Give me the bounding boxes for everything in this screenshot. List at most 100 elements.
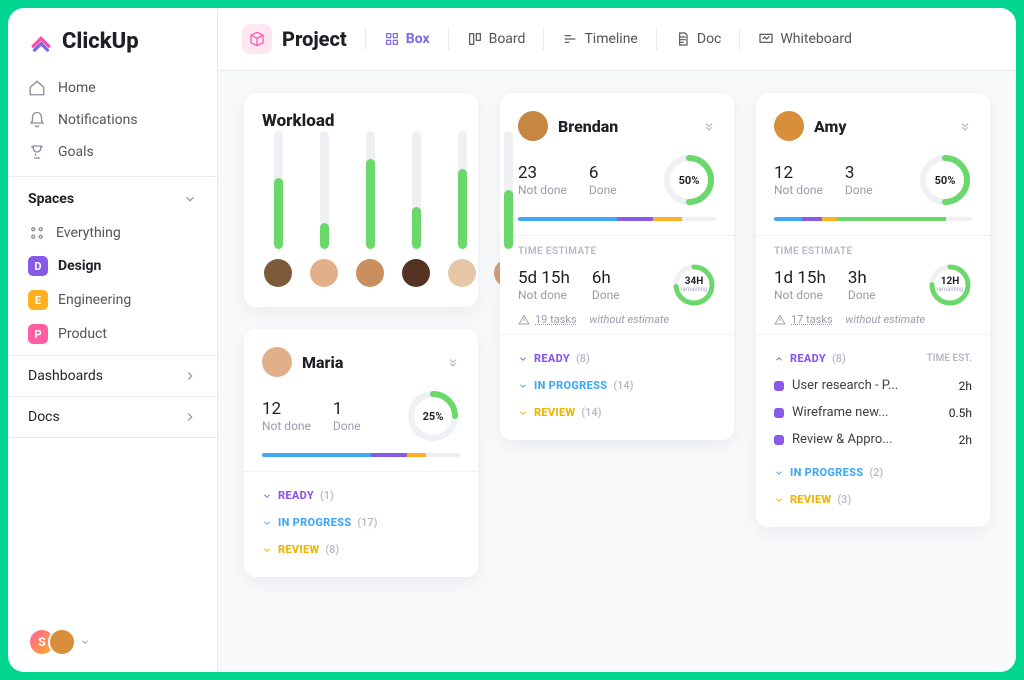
status-ready[interactable]: READY (1)	[262, 482, 460, 509]
timeline-icon	[562, 31, 578, 47]
task-estimate: 2h	[959, 379, 972, 393]
nav-notifications[interactable]: Notifications	[16, 104, 209, 136]
time-not-done: 1d 15hNot done	[774, 268, 826, 302]
workload-bar[interactable]	[264, 131, 292, 287]
task-row[interactable]: Review & Appro...2h	[774, 426, 972, 453]
metric-not-done: 12 Not done	[262, 399, 311, 433]
space-label: Design	[58, 258, 101, 274]
time-estimate-header: TIME ESTIMATE	[518, 246, 716, 257]
person-card-brendan: Brendan 23Not done 6Done 50%	[500, 93, 734, 440]
chevron-right-icon	[183, 410, 197, 424]
workload-bar[interactable]	[310, 131, 338, 287]
status-in-progress[interactable]: IN PROGRESS (2)	[774, 459, 972, 486]
task-name: User research - P...	[792, 378, 951, 393]
progress-bar	[518, 217, 716, 221]
avatar	[774, 111, 804, 141]
expand-icon[interactable]	[958, 119, 972, 133]
time-done: 6hDone	[592, 268, 620, 302]
metric-done: 3Done	[845, 163, 873, 197]
time-done: 3hDone	[848, 268, 876, 302]
task-row[interactable]: User research - P... 2h	[774, 372, 972, 399]
status-ready[interactable]: READY (8)	[518, 345, 716, 372]
nav-goals[interactable]: Goals	[16, 136, 209, 168]
metric-not-done: 12Not done	[774, 163, 823, 197]
expand-icon[interactable]	[446, 355, 460, 369]
workload-chart	[262, 143, 460, 293]
clickup-logo-icon	[28, 28, 54, 54]
nav-home[interactable]: Home	[16, 72, 209, 104]
avatar	[518, 111, 548, 141]
cube-icon	[242, 24, 272, 54]
chevron-right-icon	[183, 369, 197, 383]
workload-bar[interactable]	[356, 131, 384, 287]
chevron-down-icon	[262, 545, 272, 555]
person-card-amy: Amy 12Not done 3Done 50%	[756, 93, 990, 527]
avatar	[448, 259, 476, 287]
task-estimate: 0.5h	[949, 406, 972, 420]
status-dot	[774, 381, 784, 391]
task-row[interactable]: Wireframe new...0.5h	[774, 399, 972, 426]
metric-not-done: 23Not done	[518, 163, 567, 197]
chevron-down-icon	[774, 468, 784, 478]
view-doc[interactable]: Doc	[675, 31, 722, 47]
nav-label: Home	[58, 80, 96, 96]
content: Workload Maria 12	[218, 71, 1016, 672]
task-list: User research - P... 2h Wireframe new...0.…	[774, 372, 972, 453]
estimate-warning[interactable]: 17 tasks without estimate	[774, 313, 972, 326]
workload-bar[interactable]	[448, 131, 476, 287]
nav-label: Goals	[58, 144, 94, 160]
status-review[interactable]: REVIEW (3)	[774, 486, 972, 513]
view-board[interactable]: Board	[467, 31, 526, 47]
avatar	[356, 259, 384, 287]
space-label: Engineering	[58, 292, 131, 308]
spaces-list: Everything D Design E Engineering P Prod…	[8, 213, 217, 355]
spaces-header[interactable]: Spaces	[8, 176, 217, 213]
box-view-icon	[384, 31, 400, 47]
chevron-down-icon	[262, 491, 272, 501]
expand-icon[interactable]	[702, 119, 716, 133]
space-everything[interactable]: Everything	[16, 217, 209, 249]
divider	[739, 28, 740, 50]
status-dot	[774, 408, 784, 418]
space-engineering[interactable]: E Engineering	[16, 283, 209, 317]
space-badge: P	[28, 324, 48, 344]
chevron-up-icon	[774, 354, 784, 364]
person-header[interactable]: Amy	[774, 111, 847, 141]
progress-ring: 25%	[406, 389, 460, 443]
person-header[interactable]: Maria	[262, 347, 343, 377]
page-title[interactable]: Project	[242, 24, 347, 54]
view-box[interactable]: Box	[384, 31, 430, 47]
nav-dashboards[interactable]: Dashboards	[8, 355, 217, 396]
status-in-progress[interactable]: IN PROGRESS (14)	[518, 372, 716, 399]
avatar	[262, 347, 292, 377]
space-product[interactable]: P Product	[16, 317, 209, 351]
status-dot	[774, 435, 784, 445]
topbar: Project Box Board Timeline Doc	[218, 8, 1016, 71]
status-review[interactable]: REVIEW (14)	[518, 399, 716, 426]
divider	[365, 28, 366, 50]
divider	[448, 28, 449, 50]
status-review[interactable]: REVIEW (8)	[262, 536, 460, 563]
time-estimate-header: TIME ESTIMATE	[774, 246, 972, 257]
workload-bar[interactable]	[402, 131, 430, 287]
progress-ring: 50%	[662, 153, 716, 207]
sidebar-footer[interactable]: S	[8, 612, 217, 672]
status-ready-expanded[interactable]: READY (8) TIME EST.	[774, 345, 972, 372]
warning-icon	[518, 314, 530, 326]
chevron-down-icon	[262, 518, 272, 528]
main: Project Box Board Timeline Doc	[218, 8, 1016, 672]
estimate-warning[interactable]: 19 tasks without estimate	[518, 313, 716, 326]
person-header[interactable]: Brendan	[518, 111, 618, 141]
view-timeline[interactable]: Timeline	[562, 31, 637, 47]
task-estimate: 2h	[959, 433, 972, 447]
nav-docs[interactable]: Docs	[8, 396, 217, 438]
space-design[interactable]: D Design	[16, 249, 209, 283]
progress-ring: 50%	[918, 153, 972, 207]
user-avatar	[48, 628, 76, 656]
brand[interactable]: ClickUp	[8, 8, 217, 70]
status-in-progress[interactable]: IN PROGRESS (17)	[262, 509, 460, 536]
space-badge: E	[28, 290, 48, 310]
space-badge: D	[28, 256, 48, 276]
view-whiteboard[interactable]: Whiteboard	[758, 31, 852, 47]
chevron-down-icon	[518, 354, 528, 364]
